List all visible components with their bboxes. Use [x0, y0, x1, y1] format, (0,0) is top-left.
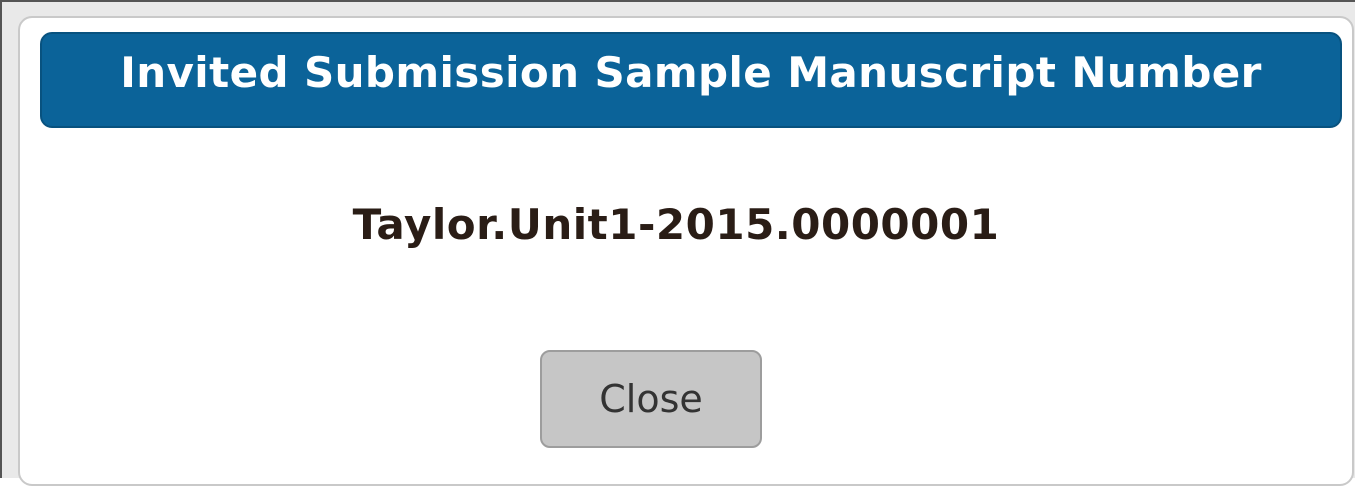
manuscript-number: Taylor.Unit1-2015.0000001	[352, 200, 1000, 249]
close-button[interactable]: Close	[540, 350, 762, 448]
window-frame: Invited Submission Sample Manuscript Num…	[0, 0, 1355, 486]
manuscript-number-dialog: Invited Submission Sample Manuscript Num…	[18, 16, 1354, 486]
dialog-title: Invited Submission Sample Manuscript Num…	[120, 47, 1262, 97]
dialog-title-bar: Invited Submission Sample Manuscript Num…	[40, 32, 1342, 128]
